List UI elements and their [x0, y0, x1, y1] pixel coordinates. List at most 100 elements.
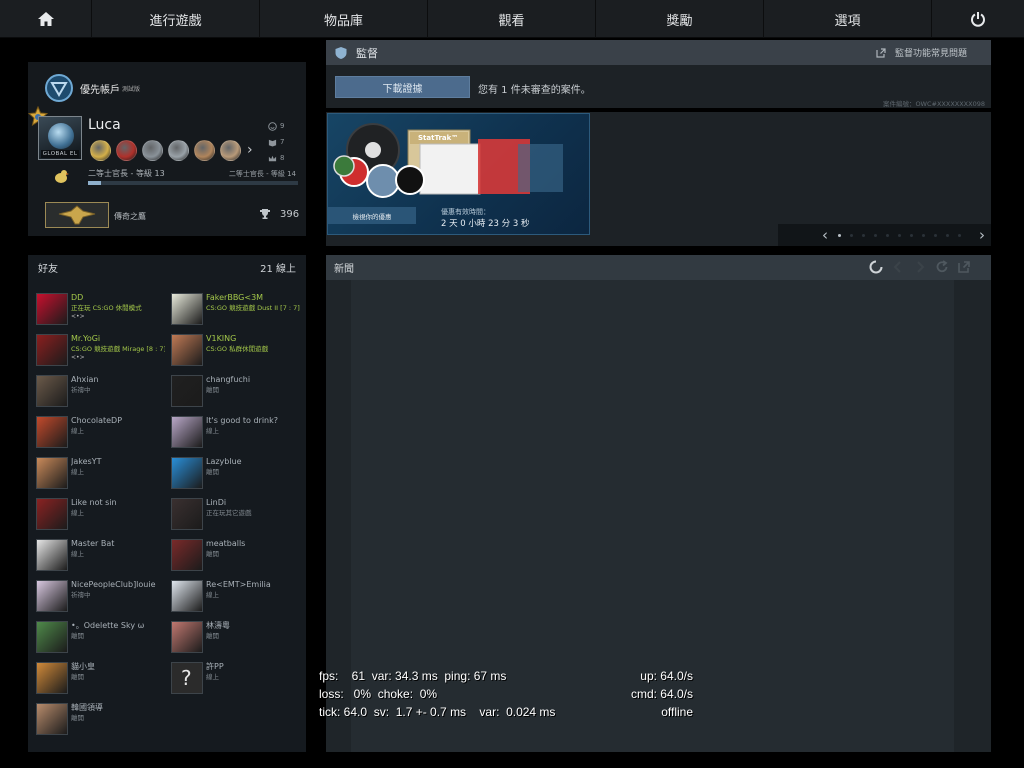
friend-status: 離開 [71, 714, 84, 722]
friend-name: •。Odelette Sky ω [71, 621, 145, 630]
friend-item[interactable]: ? 許PP 線上 [171, 662, 304, 695]
back-arrow-icon[interactable] [891, 260, 905, 274]
loading-spinner-icon [869, 260, 883, 274]
friend-item[interactable]: NicePeopleClub]louie 祈禱中 [36, 580, 171, 613]
view-offers-button[interactable]: 檢視你的優惠 [328, 207, 416, 224]
carousel-dot[interactable] [922, 233, 925, 237]
friends-header[interactable]: 好友 21 線上 [28, 255, 306, 279]
profile-badge-icon[interactable] [194, 140, 215, 161]
tab-inventory[interactable]: 物品庫 [260, 0, 428, 38]
rank-progress-fill [88, 181, 101, 185]
prime-beta-label: 測試版 [122, 85, 141, 93]
profile-badge-icon[interactable] [220, 140, 241, 161]
power-button[interactable] [932, 0, 1024, 38]
store-promo-banner[interactable]: StatTrak™ 檢視你的優惠 優惠有效時間： 2 天 0 小時 23 分 3… [327, 113, 590, 235]
crown-icon [268, 155, 277, 161]
friend-info: 韓國領導 離開 [71, 703, 165, 736]
friend-avatar [36, 375, 68, 407]
store-panel: StatTrak™ 檢視你的優惠 優惠有效時間： 2 天 0 小時 23 分 3… [326, 112, 991, 246]
friend-status: 線上 [206, 427, 219, 435]
player-name[interactable]: Luca [88, 117, 121, 133]
friend-avatar [171, 293, 203, 325]
carousel-dot[interactable] [886, 233, 889, 237]
friend-avatar [171, 498, 203, 530]
profile-badge-icon[interactable] [168, 140, 189, 161]
friends-panel: 好友 21 線上 DD 正在玩 CS:GO 休閒模式 <•> FakerBBG<3M C… [28, 255, 306, 752]
carousel-dot[interactable] [958, 233, 961, 237]
friend-status: 祈禱中 [71, 386, 91, 394]
friend-item[interactable]: Re<EMT>Emilia 線上 [171, 580, 304, 613]
more-badges-icon[interactable]: › [247, 140, 253, 161]
friend-item[interactable]: JakesYT 線上 [36, 457, 171, 490]
friend-status: 祈禱中 [71, 591, 91, 599]
news-scrollbar[interactable] [954, 280, 991, 752]
book-icon [268, 139, 277, 147]
friend-info: LinDi 正在玩其它遊戲 [206, 498, 300, 531]
friend-item[interactable]: ChocolateDP 線上 [36, 416, 171, 449]
refresh-icon[interactable] [935, 260, 949, 274]
profile-badge-icon[interactable] [142, 140, 163, 161]
overwatch-title: 監督 [356, 46, 378, 60]
friend-info: DD 正在玩 CS:GO 休閒模式 <•> [71, 293, 165, 326]
friend-name: It's good to drink? [206, 416, 279, 425]
friend-item[interactable]: It's good to drink? 線上 [171, 416, 304, 449]
friend-name: ChocolateDP [71, 416, 123, 425]
friend-name: Master Bat [71, 539, 115, 548]
friend-status: 離開 [71, 632, 84, 640]
friend-item[interactable]: LinDi 正在玩其它遊戲 [171, 498, 304, 531]
friend-item[interactable]: •。Odelette Sky ω 離開 [36, 621, 171, 654]
tab-options[interactable]: 選項 [764, 0, 932, 38]
carousel-prev-icon[interactable]: ‹ [818, 226, 832, 244]
friend-name: 貓小皇 [71, 662, 95, 671]
friend-info: Mr.YoGi CS:GO 競技遊戲 Mirage [8 : 7] <•> [71, 334, 165, 367]
profile-badge-icon[interactable] [116, 140, 137, 161]
friend-item[interactable]: Like not sin 線上 [36, 498, 171, 531]
carousel-dot[interactable] [838, 233, 841, 237]
friend-info: 許PP 線上 [206, 662, 300, 695]
player-avatar[interactable]: GLOBAL EL [38, 116, 82, 160]
teacher-count: 7 [268, 134, 292, 150]
carousel-dot[interactable] [934, 233, 937, 237]
overwatch-faq-link[interactable]: 監督功能常見問題 [876, 46, 967, 59]
external-link-icon [876, 47, 886, 58]
download-evidence-button[interactable]: 下載證據 [335, 76, 470, 98]
carousel-dot[interactable] [910, 233, 913, 237]
friend-status: 正在玩 CS:GO 休閒模式 [71, 304, 142, 312]
friend-item[interactable]: FakerBBG<3M CS:GO 競技遊戲 Dust II [7 : 7] [171, 293, 304, 326]
carousel-dot[interactable] [850, 233, 853, 237]
friend-item[interactable]: DD 正在玩 CS:GO 休閒模式 <•> [36, 293, 171, 326]
friend-item[interactable]: 林濤粵 離開 [171, 621, 304, 654]
friend-item[interactable]: Lazyblue 離開 [171, 457, 304, 490]
power-icon [971, 12, 985, 27]
rank-chicken-icon [55, 170, 69, 183]
net-graph-overlay: fps: 61 var: 34.3 ms ping: 67 ms up: 64.0… [319, 667, 699, 721]
friend-item[interactable]: Master Bat 線上 [36, 539, 171, 572]
friend-info: FakerBBG<3M CS:GO 競技遊戲 Dust II [7 : 7] [206, 293, 300, 326]
friend-item[interactable]: changfuchi 離開 [171, 375, 304, 408]
external-link-icon[interactable] [957, 260, 971, 274]
tab-play[interactable]: 進行遊戲 [92, 0, 260, 38]
friend-info: meatballs 離開 [206, 539, 300, 572]
friend-item[interactable]: 韓國領導 離開 [36, 703, 171, 736]
tab-watch[interactable]: 觀看 [428, 0, 596, 38]
forward-arrow-icon[interactable] [913, 260, 927, 274]
friend-name: Re<EMT>Emilia [206, 580, 271, 589]
carousel-next-icon[interactable]: › [975, 226, 989, 244]
tab-awards[interactable]: 獎勵 [596, 0, 764, 38]
friend-item[interactable]: Mr.YoGi CS:GO 競技遊戲 Mirage [8 : 7] <•> [36, 334, 171, 367]
friend-item[interactable]: Ahxian 祈禱中 [36, 375, 171, 408]
home-button[interactable] [0, 0, 92, 38]
carousel-dot[interactable] [946, 233, 949, 237]
profile-badge-icon[interactable] [90, 140, 111, 161]
friends-title: 好友 [38, 263, 58, 275]
carousel-dot[interactable] [874, 233, 877, 237]
carousel-dot[interactable] [898, 233, 901, 237]
net-graph-line-2: loss: 0% choke: 0% cmd: 64.0/s [319, 687, 693, 701]
showcase-medal[interactable] [45, 202, 109, 228]
friend-name: 韓國領導 [71, 703, 103, 712]
carousel-dot[interactable] [862, 233, 865, 237]
friend-item[interactable]: V1KING CS:GO 私群休閒遊戲 [171, 334, 304, 367]
friend-item[interactable]: meatballs 離開 [171, 539, 304, 572]
friend-avatar [36, 416, 68, 448]
friend-item[interactable]: 貓小皇 離開 [36, 662, 171, 695]
